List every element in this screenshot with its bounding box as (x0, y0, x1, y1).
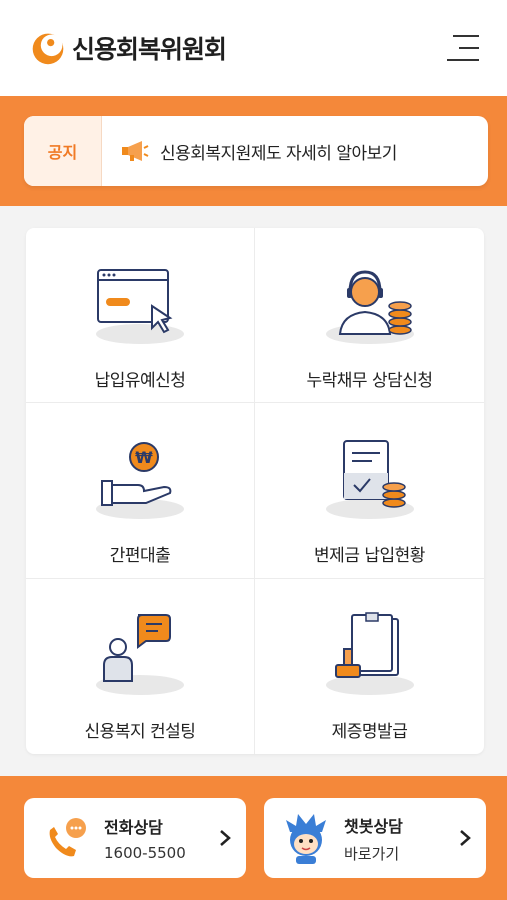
notice-body: 신용회복지원제도 자세히 알아보기 (102, 139, 397, 164)
service-label: 신용복지 컨설팅 (84, 721, 196, 742)
phone-chat-icon (49, 818, 86, 857)
org-name: 신용회복위원회 (72, 35, 227, 64)
chevron-right-icon (460, 830, 471, 846)
chevron-right-icon (220, 830, 231, 846)
service-tile-easy-loan[interactable]: ₩ 간편대출 (26, 403, 255, 579)
hamburger-menu-icon[interactable] (447, 32, 479, 64)
notice-text: 신용회복지원제도 자세히 알아보기 (160, 143, 397, 164)
notice-banner: 공지 신용회복지원제도 자세히 알아보기 (0, 96, 507, 206)
chatbot-consult-text: 챗봇상담 바로가기 (344, 813, 458, 864)
service-grid: 납입유예신청 누락채무 상담신청 ₩ 간편대출 변제금 납입현황 신용복지 컨설… (26, 228, 484, 754)
service-label: 제증명발급 (331, 721, 408, 742)
phone-number: 1600-5500 (104, 844, 186, 862)
chatbot-consult-title: 챗봇상담 (344, 816, 403, 836)
service-label: 누락채무 상담신청 (306, 371, 433, 391)
service-label: 간편대출 (109, 546, 171, 567)
document-coins-icon (325, 440, 414, 520)
certificate-stamp-icon (325, 611, 414, 695)
hand-won-coin-icon: ₩ (96, 442, 184, 520)
org-logo-icon (32, 33, 64, 65)
service-label: 변제금 납입현황 (314, 546, 425, 567)
notice-tag: 공지 (24, 116, 102, 186)
notice-card[interactable]: 공지 신용회복지원제도 자세히 알아보기 (24, 116, 488, 186)
browser-click-icon (96, 269, 184, 344)
service-tile-payment-deferral[interactable]: 납입유예신청 (26, 228, 255, 404)
megaphone-icon (122, 141, 149, 161)
person-chat-icon (96, 613, 184, 695)
chatbot-mascot-icon (286, 814, 326, 864)
chatbot-consult-button[interactable]: 챗봇상담 바로가기 (264, 798, 486, 878)
headset-agent-coins-icon (325, 270, 414, 344)
phone-consult-text: 전화상담 1600-5500 (104, 814, 218, 862)
service-label: 납입유예신청 (94, 371, 186, 391)
service-tile-credit-consulting[interactable]: 신용복지 컨설팅 (26, 578, 255, 754)
service-tile-certificates[interactable]: 제증명발급 (255, 579, 484, 754)
svg-text:₩: ₩ (135, 448, 153, 467)
phone-consult-button[interactable]: 전화상담 1600-5500 (24, 798, 246, 878)
org-logo[interactable]: 신용회복위원회 (30, 30, 227, 66)
phone-consult-title: 전화상담 (104, 818, 163, 837)
app-header: 신용회복위원회 (0, 0, 507, 96)
chatbot-shortcut: 바로가기 (344, 844, 400, 863)
service-tile-repayment-status[interactable]: 변제금 납입현황 (255, 403, 484, 579)
contact-band: 전화상담 1600-5500 챗봇상담 바로가기 (0, 776, 507, 900)
service-tile-missing-debt[interactable]: 누락채무 상담신청 (255, 228, 484, 404)
